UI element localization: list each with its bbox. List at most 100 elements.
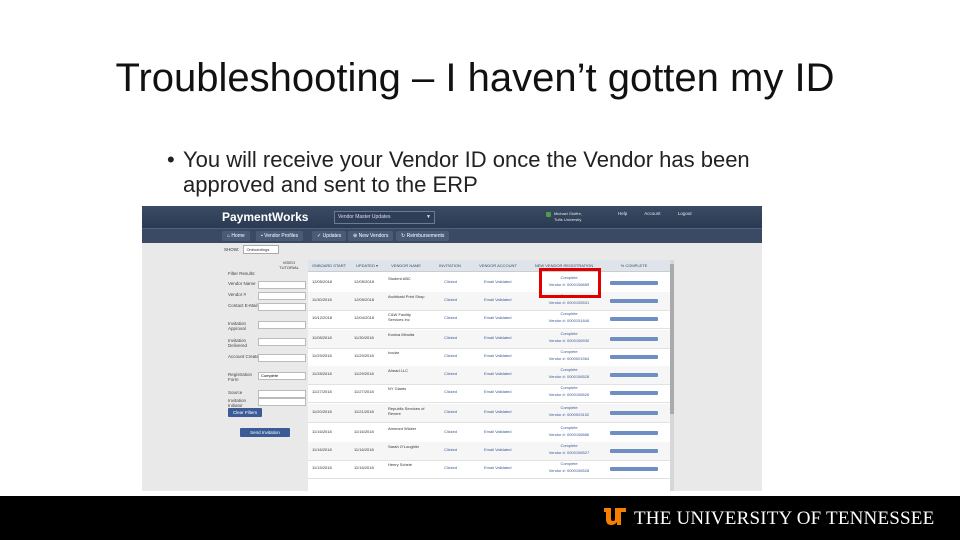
cell-vendor-account[interactable]: Email Validated <box>484 371 524 377</box>
cell-registration-status[interactable]: Complete <box>534 311 604 317</box>
cell-invitation[interactable]: Clicked <box>444 409 474 415</box>
logout-link[interactable]: Logout <box>678 211 692 216</box>
source-select[interactable] <box>258 390 306 398</box>
scrollbar-thumb[interactable] <box>670 264 674 414</box>
col-onboard-start[interactable]: ONBOARD START <box>308 260 350 271</box>
show-select[interactable]: Onboardings <box>243 245 280 254</box>
cell-vendor-account[interactable]: Email Validated <box>484 315 524 321</box>
cell-vendor-number[interactable]: Vendor #: 0000001564 <box>534 356 604 362</box>
table-row[interactable]: 11/29/2018 11/29/2018 Ivodar Clicked Email V… <box>308 348 670 367</box>
cell-vendor-account[interactable]: Email Validated <box>484 297 524 303</box>
cell-vendor-number[interactable]: Vendor #: 0000156528 <box>534 374 604 380</box>
nav-new-vendors[interactable]: ⊕ New Vendors <box>348 231 394 241</box>
registration-form-select[interactable]: Complete <box>258 372 306 380</box>
col-percent-complete[interactable]: % COMPLETE <box>604 260 664 271</box>
progress-bar <box>610 373 658 377</box>
cell-vendor-number[interactable]: Vendor #: 0000156528 <box>534 468 604 474</box>
send-invitation-button[interactable]: Send Invitation <box>240 428 290 437</box>
cell-invitation[interactable]: Clicked <box>444 371 474 377</box>
nav-updates[interactable]: ✓ Updates <box>312 231 347 241</box>
top-links: Help Account Logout <box>618 211 708 216</box>
cell-onboard-start: 11/20/2018 <box>312 409 332 414</box>
show-label: SHOW: <box>224 247 240 252</box>
cell-invitation[interactable]: Clicked <box>444 447 474 453</box>
vendor-master-select[interactable]: Vendor Master Updates ▼ <box>334 211 435 224</box>
filter-label-invitation-delivered: Invitation Delivered <box>228 338 248 348</box>
help-link[interactable]: Help <box>618 211 627 216</box>
cell-vendor-account[interactable]: Email Validated <box>484 409 524 415</box>
vendor-number-input[interactable] <box>258 292 306 300</box>
invitation-delivered-select[interactable] <box>258 338 306 346</box>
clear-filters-button[interactable]: Clear Filters <box>228 408 262 417</box>
cell-vendor-account[interactable]: Email Validated <box>484 447 524 453</box>
cell-vendor-name: Ahead LLC <box>388 368 409 373</box>
cell-registration-status[interactable]: Complete <box>534 349 604 355</box>
cell-onboard-start: 11/15/2018 <box>312 465 332 470</box>
table-row[interactable]: 11/15/2018 11/16/2018 Henry Scheie Clicked E… <box>308 460 670 479</box>
table-scrollbar[interactable] <box>670 260 674 491</box>
cell-invitation[interactable]: Clicked <box>444 389 474 395</box>
cell-vendor-account[interactable]: Email Validated <box>484 429 524 435</box>
cell-registration-status[interactable]: Complete <box>534 367 604 373</box>
cell-invitation[interactable]: Clicked <box>444 279 474 285</box>
nav-reimbursements[interactable]: ↻ Reimbursements <box>396 231 450 241</box>
cell-invitation[interactable]: Clicked <box>444 353 474 359</box>
cell-invitation[interactable]: Clicked <box>444 315 474 321</box>
cell-updated: 12/04/2018 <box>354 315 375 320</box>
col-updated[interactable]: UPDATED ▾ <box>350 260 384 271</box>
contact-email-input[interactable] <box>258 303 306 311</box>
cell-vendor-name: Archibald Print Shop <box>388 294 425 299</box>
account-link[interactable]: Account <box>644 211 660 216</box>
cell-vendor-number[interactable]: Vendor #: 0000151846 <box>534 318 604 324</box>
nav-updates-label: Updates <box>322 233 342 239</box>
cell-registration-status[interactable]: Complete <box>534 385 604 391</box>
table-row[interactable]: 10/12/2018 12/04/2018 C&W Facility Service… <box>308 310 670 329</box>
cell-registration-status[interactable]: Complete <box>534 461 604 467</box>
cell-registration-status[interactable]: Complete <box>534 425 604 431</box>
cell-invitation[interactable]: Clicked <box>444 465 474 471</box>
table-row[interactable]: 11/20/2018 11/21/2018 Republic Services of… <box>308 404 670 423</box>
cell-vendor-account[interactable]: Email Validated <box>484 279 524 285</box>
table-row[interactable]: 11/16/2018 11/16/2018 Sarah O’Loughlin Clic… <box>308 442 670 461</box>
invitation-initiator-input[interactable] <box>258 398 306 406</box>
cell-vendor-number[interactable]: Vendor #: 0000155531 <box>534 300 604 306</box>
vendor-name-input[interactable] <box>258 281 306 289</box>
filter-label-vendor-number: Vendor # <box>228 292 247 297</box>
cell-vendor-account[interactable]: Email Validated <box>484 389 524 395</box>
cell-vendor-account[interactable]: Email Validated <box>484 353 524 359</box>
cell-vendor-number[interactable]: Vendor #: 0000156527 <box>534 450 604 456</box>
table-row[interactable]: 11/27/2018 11/27/2018 NY Giants Clicked Emai… <box>308 384 670 403</box>
cell-vendor-account[interactable]: Email Validated <box>484 465 524 471</box>
cell-vendor-number[interactable]: Vendor #: 0000156526 <box>534 392 604 398</box>
account-created-select[interactable] <box>258 354 306 362</box>
col-invitation[interactable]: INVITATION <box>428 260 472 271</box>
cell-registration-status[interactable]: Complete <box>534 405 604 411</box>
col-vendor-account[interactable]: VENDOR ACCOUNT <box>472 260 524 271</box>
invitation-approval-select[interactable] <box>258 321 306 329</box>
filter-label-invitation-approval: Invitation Approval <box>228 321 247 331</box>
cell-registration-status[interactable]: Complete <box>534 331 604 337</box>
cell-vendor-number[interactable]: Vendor #: 0000156686 <box>534 432 604 438</box>
cell-invitation[interactable]: Clicked <box>444 429 474 435</box>
cell-invitation[interactable]: Clicked <box>444 297 474 303</box>
nav-home[interactable]: ⌂ Home <box>222 231 250 241</box>
table-row[interactable]: 11/28/2018 11/29/2018 Ahead LLC Clicked Emai… <box>308 366 670 385</box>
bullet-point: • You will receive your Vendor ID once t… <box>167 147 767 197</box>
table-row[interactable]: 11/08/2018 11/30/2018 Konica Minolta Clicke… <box>308 330 670 349</box>
cell-onboard-start: 11/28/2018 <box>312 371 332 376</box>
cell-vendor-number[interactable]: Vendor #: 0000003152 <box>534 412 604 418</box>
cell-onboard-start: 11/08/2018 <box>312 335 332 340</box>
filter-label-account-created: Account Created <box>228 354 262 359</box>
paymentworks-screenshot: PaymentWorks Vendor Master Updates ▼ Mic… <box>142 206 762 491</box>
cell-vendor-account[interactable]: Email Validated <box>484 335 524 341</box>
nav-vendor-profiles[interactable]: ▪ Vendor Profiles <box>256 231 304 241</box>
cell-vendor-number[interactable]: Vendor #: 0000156930 <box>534 338 604 344</box>
table-header: ONBOARD START UPDATED ▾ VENDOR NAME INVI… <box>308 260 670 272</box>
table-row[interactable]: 11/30/2018 12/05/2018 Archibald Print Shop… <box>308 292 670 311</box>
table-row[interactable]: 12/05/2018 12/05/2018 Student ABC Clicked Em… <box>308 274 670 293</box>
table-row[interactable]: 11/16/2018 11/16/2018 Ammont Wicker Clicked… <box>308 424 670 443</box>
col-vendor-name[interactable]: VENDOR NAME <box>384 260 428 271</box>
cell-registration-status[interactable]: Complete <box>534 443 604 449</box>
video-tutorial-button[interactable]: VIDEO TUTORIAL <box>274 260 304 270</box>
cell-invitation[interactable]: Clicked <box>444 335 474 341</box>
